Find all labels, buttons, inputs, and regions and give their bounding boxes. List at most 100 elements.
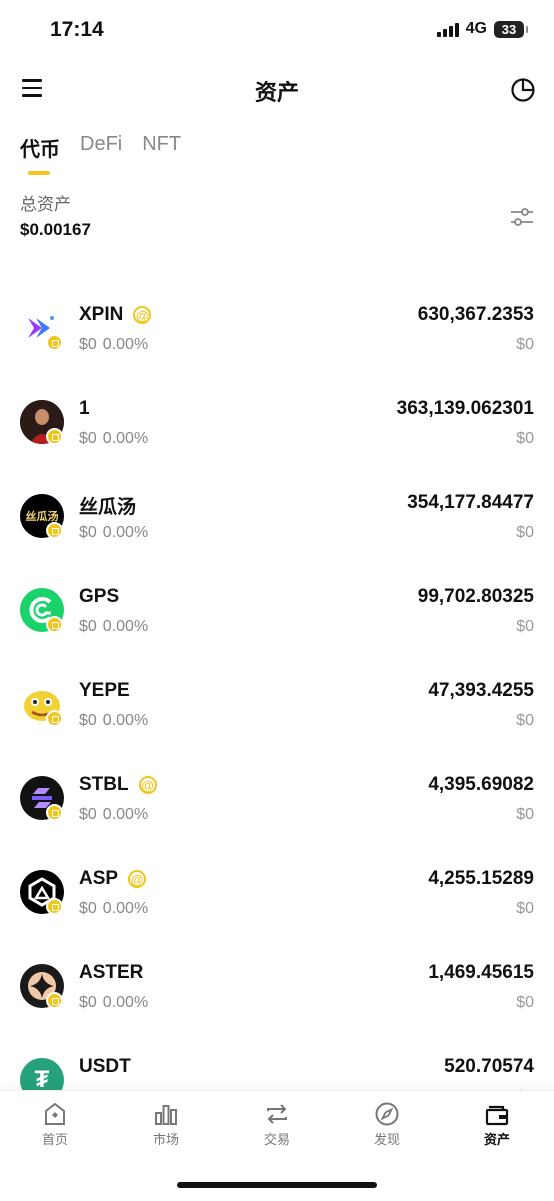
chain-badge-icon [46, 710, 63, 727]
asset-symbol: 1 [79, 398, 90, 419]
asset-price-line: $0 0.00% [79, 618, 148, 636]
asset-amount: 363,139.062301 [396, 398, 534, 419]
asset-symbol: ASP [79, 868, 119, 889]
nav-trade-label: 交易 [263, 1132, 290, 1147]
asset-symbol: YEPE [79, 680, 130, 701]
status-bar: 17:14 4G 33 [0, 0, 554, 60]
asset-symbol: USDT [79, 1056, 131, 1077]
chain-badge-icon [46, 898, 63, 915]
trade-icon [267, 1104, 287, 1124]
total-assets-value: $0.00167 [20, 220, 91, 239]
chain-badge-icon [46, 428, 63, 445]
asset-row-sigua[interactable]: 丝瓜汤 丝瓜汤 $0 0.00% 354,177.84477 $0 [0, 478, 554, 572]
asset-symbol: XPIN [79, 304, 124, 325]
asset-price: $0 [79, 712, 97, 729]
tab-defi[interactable]: DeFi [80, 133, 122, 162]
asset-change: 0.00% [102, 994, 149, 1011]
battery-icon: 33 [494, 20, 528, 38]
logo-text: ₮ [34, 1066, 50, 1090]
asset-row-asp[interactable]: ASP @ $0 0.00% 4,255.15289 $0 [0, 854, 554, 948]
chain-badge-icon [46, 804, 63, 821]
top-nav: 资产 [0, 65, 554, 115]
asset-amount: 1,469.45615 [428, 962, 534, 983]
asset-change: 0.00% [102, 430, 149, 447]
asset-value: $0 [516, 524, 534, 541]
asset-price-line: $0 0.00% [79, 712, 148, 730]
asset-price-line: $0 0.00% [79, 430, 148, 448]
asset-row-stbl[interactable]: STBL @ $0 0.00% 4,395.69082 $0 [0, 760, 554, 854]
chain-badge-icon [46, 616, 63, 633]
asset-amount: 4,255.15289 [428, 868, 534, 889]
asset-row-aster[interactable]: ASTER $0 0.00% 1,469.45615 $0 [0, 948, 554, 1042]
asset-row-1[interactable]: 1 $0 0.00% 363,139.062301 $0 [0, 384, 554, 478]
asset-price: $0 [79, 900, 97, 917]
total-assets-label: 总资产 [20, 195, 71, 214]
tab-nft[interactable]: NFT [142, 133, 181, 162]
discover-icon [375, 1102, 399, 1126]
page-title: 资产 [254, 80, 299, 105]
asset-value: $0 [516, 994, 534, 1011]
asset-price-line: $0 0.00% [79, 900, 148, 918]
asset-symbol: GPS [79, 586, 120, 607]
asset-change: 0.00% [102, 806, 149, 823]
asset-change: 0.00% [102, 900, 149, 917]
asset-value: $0 [516, 806, 534, 823]
asset-amount: 99,702.80325 [417, 586, 534, 607]
asset-price: $0 [79, 524, 97, 541]
nav-home-label: 首页 [41, 1132, 68, 1147]
status-time: 17:14 [50, 18, 104, 41]
asset-amount: 4,395.69082 [428, 774, 534, 795]
asset-amount: 354,177.84477 [407, 492, 534, 513]
nav-home[interactable]: 首页 [10, 1101, 100, 1148]
asset-change: 0.00% [102, 618, 149, 635]
asset-row-yepe[interactable]: YEPE $0 0.00% 47,393.4255 $0 [0, 666, 554, 760]
asset-price: $0 [79, 336, 97, 353]
asset-amount: 47,393.4255 [428, 680, 534, 701]
battery-level: 33 [501, 21, 517, 37]
asset-value: $0 [516, 430, 534, 447]
asset-price: $0 [79, 994, 97, 1011]
home-icon [45, 1102, 65, 1125]
signal-icon [436, 21, 459, 37]
pie-chart-icon[interactable] [510, 77, 536, 103]
asset-change: 0.00% [102, 336, 149, 353]
asset-list: XPIN @ $0 0.00% 630,367.2353 $0 1 $0 0.00%… [0, 290, 554, 1090]
asset-tabs: 代币 DeFi NFT [20, 133, 181, 175]
nav-assets[interactable]: 资产 [452, 1101, 542, 1148]
asset-change: 0.00% [102, 712, 149, 729]
nav-discover-label: 发现 [373, 1132, 400, 1147]
tab-tokens[interactable]: 代币 [20, 133, 60, 175]
usdt-logo-icon: ₮ [20, 1058, 64, 1090]
asset-value: $0 [516, 618, 534, 635]
nav-discover[interactable]: 发现 [342, 1101, 432, 1148]
asset-symbol: ASTER [79, 962, 144, 983]
asset-change: 0.00% [102, 524, 149, 541]
filter-icon[interactable] [510, 206, 534, 228]
asset-value: $0 [516, 712, 534, 729]
asset-price-line: $0 0.00% [79, 336, 148, 354]
chain-badge-icon [46, 334, 63, 351]
chain-badge-icon [46, 522, 63, 539]
asset-value: $0 [516, 336, 534, 353]
asset-price: $0 [79, 430, 97, 447]
asset-symbol: STBL [79, 774, 129, 795]
asset-row-xpin[interactable]: XPIN @ $0 0.00% 630,367.2353 $0 [0, 290, 554, 384]
nav-trade[interactable]: 交易 [232, 1101, 322, 1148]
asset-symbol: 丝瓜汤 [79, 497, 137, 518]
status-indicators: 4G 33 [436, 20, 528, 38]
network-type: 4G [465, 20, 487, 37]
asset-price-line: $0 0.00% [79, 524, 148, 542]
at-badge-icon: @ [133, 306, 152, 324]
asset-price-line: $0 0.00% [79, 806, 148, 824]
nav-market-label: 市场 [152, 1132, 179, 1147]
at-badge-icon: @ [138, 776, 157, 794]
asset-row-usdt[interactable]: ₮ USDT 520.70574 $0 [0, 1042, 554, 1090]
asset-amount: 630,367.2353 [417, 304, 534, 325]
asset-value: $0 [516, 900, 534, 917]
asset-row-gps[interactable]: GPS $0 0.00% 99,702.80325 $0 [0, 572, 554, 666]
asset-amount: 520.70574 [444, 1056, 534, 1077]
home-indicator [177, 1182, 377, 1188]
at-badge-icon: @ [128, 870, 147, 888]
nav-market[interactable]: 市场 [121, 1101, 211, 1148]
market-icon [155, 1105, 177, 1125]
